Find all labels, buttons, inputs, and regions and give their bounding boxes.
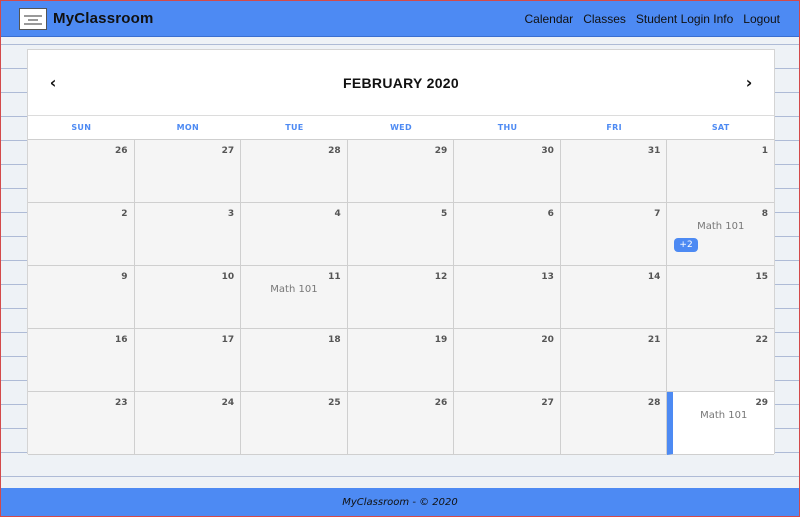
day-number: 5 [441,209,448,219]
day-cell[interactable]: 29 Math 101 [667,392,774,455]
nav-link-logout[interactable]: Logout [743,12,780,26]
day-number: 25 [328,398,341,408]
brand-name[interactable]: MyClassroom [53,10,154,27]
calendar-event[interactable]: Math 101 [241,284,347,295]
day-cell[interactable]: 12 [347,266,455,329]
more-events-badge[interactable]: +2 [674,238,698,252]
day-number: 7 [654,209,661,219]
weekday-header-row: SUN MON TUE WED THU FRI SAT [28,116,774,140]
day-number: 26 [115,146,128,156]
day-cell[interactable]: 6 [454,203,561,266]
day-number: 23 [115,398,128,408]
day-cell[interactable]: 7 [560,203,668,266]
weekday-wed: WED [390,123,412,132]
chevron-right-icon[interactable]: › [742,73,756,92]
day-number: 8 [761,209,768,219]
day-cell[interactable]: 14 [560,266,668,329]
day-number: 13 [541,272,554,282]
day-number: 14 [647,272,661,282]
day-number: 26 [434,398,448,408]
day-number: 1 [761,146,768,156]
day-number: 15 [755,272,768,282]
brand-logo[interactable] [19,7,47,30]
day-cell[interactable]: 3 [134,203,242,266]
day-cell[interactable]: 9 [28,266,135,329]
day-number: 31 [647,146,661,156]
day-number: 21 [647,335,661,345]
footer: MyClassroom - © 2020 [1,488,799,516]
chevron-left-icon[interactable]: ‹ [46,73,60,92]
day-cell[interactable]: 19 [347,329,455,392]
day-number: 4 [334,209,341,219]
month-title: FEBRUARY 2020 [343,74,459,91]
nav-link-classes[interactable]: Classes [583,12,626,26]
calendar-header: ‹ FEBRUARY 2020 › [28,50,774,116]
day-number: 3 [227,209,235,219]
day-cell[interactable]: 27 [454,392,561,455]
day-number: 22 [755,335,768,345]
weekday-thu: THU [497,123,518,132]
day-cell[interactable]: 1 [667,140,774,203]
calendar-event[interactable]: Math 101 [667,221,774,232]
day-cell[interactable]: 24 [134,392,242,455]
day-number: 9 [121,272,128,282]
day-cell[interactable]: 23 [28,392,135,455]
day-number: 20 [541,335,554,345]
day-cell[interactable]: 17 [134,329,242,392]
day-number: 28 [328,146,341,156]
weekday-mon: MON [176,123,200,132]
day-number: 28 [647,398,661,408]
day-cell[interactable]: 30 [454,140,561,203]
day-cell[interactable]: 28 [560,392,668,455]
day-cell[interactable]: 26 [28,140,135,203]
day-number: 24 [221,398,235,408]
day-number: 17 [221,335,235,345]
day-cell[interactable]: 4 [241,203,348,266]
day-number: 19 [434,335,448,345]
nav-link-student-login-info[interactable]: Student Login Info [636,12,733,26]
day-cell[interactable]: 8 Math 101 +2 [667,203,774,266]
day-number: 12 [434,272,448,282]
nav-link-calendar[interactable]: Calendar [524,12,573,26]
weekday-sun: SUN [71,123,92,132]
day-number: 11 [328,272,341,282]
day-number: 30 [541,146,554,156]
day-cell[interactable]: 26 [347,392,455,455]
weekday-tue: TUE [285,123,304,132]
day-cell[interactable]: 11 Math 101 [241,266,348,329]
day-cell[interactable]: 28 [241,140,348,203]
day-number: 29 [755,398,768,408]
weekday-fri: FRI [606,123,622,132]
day-number: 16 [115,335,128,345]
day-number: 10 [221,272,235,282]
weekday-sat: SAT [711,123,730,132]
day-cell[interactable]: 22 [667,329,774,392]
day-cell[interactable]: 18 [241,329,348,392]
day-cell[interactable]: 20 [454,329,561,392]
day-number: 27 [221,146,235,156]
day-cell[interactable]: 29 [347,140,455,203]
calendar: ‹ FEBRUARY 2020 › SUN MON TUE WED THU FR… [27,49,775,455]
day-number: 27 [541,398,554,408]
day-number: 2 [121,209,128,219]
day-cell[interactable]: 15 [667,266,774,329]
day-cell[interactable]: 21 [560,329,668,392]
day-cell[interactable]: 10 [134,266,242,329]
footer-text: MyClassroom - © 2020 [342,496,458,508]
nav-links: Calendar Classes Student Login Info Logo… [524,12,780,26]
day-grid: 26 27 28 29 30 31 1 2 3 4 5 6 7 8 Math 101 +2 9 10 11 Math … [28,140,774,455]
day-cell[interactable]: 5 [347,203,455,266]
day-cell[interactable]: 25 [241,392,348,455]
top-navbar: MyClassroom Calendar Classes Student Log… [1,1,799,37]
day-number: 6 [547,209,554,219]
day-number: 18 [328,335,341,345]
day-cell[interactable]: 27 [134,140,242,203]
day-number: 29 [434,146,448,156]
calendar-event[interactable]: Math 101 [673,410,774,421]
day-cell[interactable]: 31 [560,140,668,203]
day-cell[interactable]: 2 [28,203,135,266]
day-cell[interactable]: 16 [28,329,135,392]
day-cell[interactable]: 13 [454,266,561,329]
